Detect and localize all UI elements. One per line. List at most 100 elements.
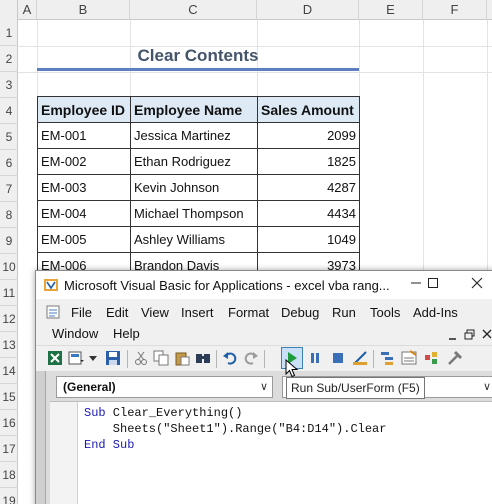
menu-bar: File Edit View Insert Format Debug Run T… xyxy=(36,299,492,343)
menu-view[interactable]: View xyxy=(141,305,169,320)
cell[interactable]: 1049 xyxy=(257,226,360,253)
header-employee-name[interactable]: Employee Name xyxy=(130,96,258,123)
row-header[interactable]: 12 xyxy=(0,306,18,332)
insert-module-icon[interactable] xyxy=(67,349,85,367)
row-header[interactable]: 17 xyxy=(0,436,18,462)
menu-add-ins[interactable]: Add-Ins xyxy=(413,305,458,320)
find-icon[interactable] xyxy=(194,349,212,367)
row-header[interactable]: 10 xyxy=(0,254,18,280)
copy-icon[interactable] xyxy=(152,349,170,367)
properties-icon[interactable] xyxy=(400,349,418,367)
code-line: Sheets("Sheet1").Range("B4:D14").Clear xyxy=(84,422,387,436)
run-tooltip: Run Sub/UserForm (F5) xyxy=(286,377,425,399)
column-header-a[interactable]: A xyxy=(18,0,37,20)
row-header[interactable]: 8 xyxy=(0,202,18,228)
row-header[interactable]: 11 xyxy=(0,280,18,306)
design-mode-icon[interactable] xyxy=(351,349,369,367)
object-browser-icon[interactable] xyxy=(422,349,440,367)
cell[interactable]: 1825 xyxy=(257,148,360,175)
screen: A B C D E F 1 2 3 4 5 6 7 8 9 10 11 12 1… xyxy=(0,0,492,504)
title-bar[interactable]: Microsoft Visual Basic for Applications … xyxy=(36,271,492,299)
cell[interactable]: EM-001 xyxy=(37,122,131,149)
cell[interactable]: EM-003 xyxy=(37,174,131,201)
object-combo-value: (General) xyxy=(63,380,116,394)
mdi-restore-icon[interactable] xyxy=(464,329,475,340)
table-row: EM-005 Ashley Williams 1049 xyxy=(37,226,360,253)
maximize-button[interactable] xyxy=(416,273,450,297)
code-keyword: End Sub xyxy=(84,438,135,452)
paste-icon[interactable] xyxy=(173,349,191,367)
select-all-corner[interactable] xyxy=(0,0,18,20)
standard-toolbar xyxy=(36,345,492,371)
row-header[interactable]: 14 xyxy=(0,358,18,384)
row-header[interactable]: 6 xyxy=(0,150,18,176)
row-header[interactable]: 2 xyxy=(0,46,18,72)
column-header-d[interactable]: D xyxy=(257,0,359,20)
cell[interactable]: Kevin Johnson xyxy=(130,174,258,201)
menu-debug[interactable]: Debug xyxy=(281,305,319,320)
row-header[interactable]: 3 xyxy=(0,72,18,98)
mdi-close-icon[interactable] xyxy=(482,329,492,339)
menu-tools[interactable]: Tools xyxy=(370,305,400,320)
row-header[interactable]: 9 xyxy=(0,228,18,254)
row-header[interactable]: 15 xyxy=(0,384,18,410)
header-sales-amount[interactable]: Sales Amount xyxy=(257,96,360,123)
reset-icon[interactable] xyxy=(329,349,347,367)
row-header[interactable]: 16 xyxy=(0,410,18,436)
close-button[interactable] xyxy=(460,273,492,297)
code-line: Sub Clear_Everything() xyxy=(84,406,243,420)
row-header[interactable]: 18 xyxy=(0,462,18,488)
code-line: End Sub xyxy=(84,437,386,453)
row-header[interactable]: 5 xyxy=(0,124,18,150)
cell[interactable]: Michael Thompson xyxy=(130,200,258,227)
row-header[interactable]: 4 xyxy=(0,98,18,124)
code-editor[interactable]: Sub Clear_Everything() Sheets("Sheet1").… xyxy=(50,401,492,504)
cell[interactable]: 4287 xyxy=(257,174,360,201)
row-header[interactable]: 1 xyxy=(0,20,18,46)
toolbar-separator xyxy=(127,350,128,368)
row-header[interactable]: 13 xyxy=(0,332,18,358)
object-combo[interactable]: (General) ∨ xyxy=(56,376,273,398)
code-keyword: Sub xyxy=(84,406,106,420)
column-header-b[interactable]: B xyxy=(37,0,130,20)
menu-help[interactable]: Help xyxy=(113,326,140,341)
redo-icon[interactable] xyxy=(242,349,260,367)
break-icon[interactable] xyxy=(306,349,324,367)
column-header-f[interactable]: F xyxy=(423,0,487,20)
undo-icon[interactable] xyxy=(221,349,239,367)
cell[interactable]: Ashley Williams xyxy=(130,226,258,253)
header-employee-id[interactable]: Employee ID xyxy=(37,96,131,123)
code-gutter[interactable] xyxy=(50,402,78,504)
mdi-minimize-icon[interactable] xyxy=(448,331,458,341)
save-icon[interactable] xyxy=(104,349,122,367)
window-title: Microsoft Visual Basic for Applications … xyxy=(64,278,390,293)
menu-window[interactable]: Window xyxy=(52,326,98,341)
excel-icon[interactable] xyxy=(46,349,64,367)
cell[interactable]: Ethan Rodriguez xyxy=(130,148,258,175)
chevron-down-icon[interactable] xyxy=(88,349,98,367)
code-text[interactable]: Sub Clear_Everything() Sheets("Sheet1").… xyxy=(84,405,386,453)
close-icon xyxy=(471,277,483,289)
menu-run[interactable]: Run xyxy=(332,305,356,320)
cell[interactable]: EM-002 xyxy=(37,148,131,175)
row-header[interactable]: 19 xyxy=(0,488,18,504)
menu-format[interactable]: Format xyxy=(228,305,269,320)
cell[interactable]: 4434 xyxy=(257,200,360,227)
cut-icon[interactable] xyxy=(132,349,150,367)
column-headers: A B C D E F xyxy=(0,0,492,20)
menu-insert[interactable]: Insert xyxy=(181,305,214,320)
menu-edit[interactable]: Edit xyxy=(106,305,128,320)
cell[interactable]: EM-005 xyxy=(37,226,131,253)
column-header-c[interactable]: C xyxy=(130,0,257,20)
column-header-e[interactable]: E xyxy=(359,0,423,20)
cell[interactable]: EM-004 xyxy=(37,200,131,227)
row-header[interactable]: 7 xyxy=(0,176,18,202)
cell[interactable]: 2099 xyxy=(257,122,360,149)
document-icon[interactable] xyxy=(46,305,60,319)
code-window: (General) ∨ ∨ Sub Clear_Everything() She… xyxy=(46,371,492,504)
menu-file[interactable]: File xyxy=(71,305,92,320)
splitter-bar[interactable] xyxy=(36,371,46,504)
cell[interactable]: Jessica Martinez xyxy=(130,122,258,149)
toolbox-icon[interactable] xyxy=(446,349,464,367)
project-explorer-icon[interactable] xyxy=(379,349,397,367)
